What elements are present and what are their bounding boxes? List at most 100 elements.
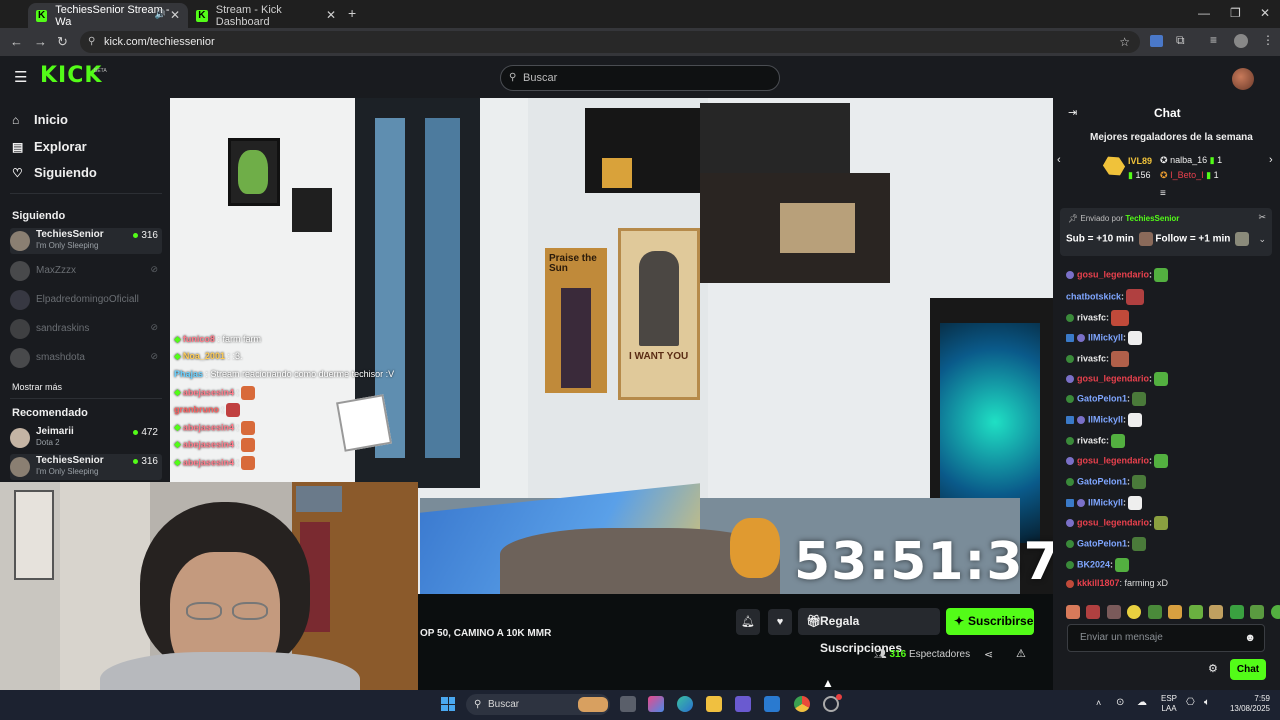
chat-message[interactable]: IlMickyll: <box>1066 413 1143 427</box>
chat-message[interactable]: gosu_legendario: <box>1066 454 1169 468</box>
emote-icon[interactable] <box>1270 604 1280 619</box>
emote-icon[interactable] <box>1168 604 1183 619</box>
task-view-icon[interactable] <box>620 696 636 712</box>
emote-icon[interactable] <box>1106 604 1121 619</box>
chat-username[interactable]: rivasfc <box>1077 353 1106 363</box>
unpin-icon[interactable]: ✂ <box>1258 212 1266 223</box>
emote-icon[interactable] <box>1250 604 1265 619</box>
kick-logo[interactable]: KICK <box>40 63 102 88</box>
chat-username[interactable]: chatbotskick <box>1066 291 1121 301</box>
chat-username[interactable]: IlMickyll <box>1088 497 1123 507</box>
chat-message[interactable]: gosu_legendario: <box>1066 516 1169 530</box>
show-more-link[interactable]: Mostrar más <box>12 382 62 392</box>
media-control-icon[interactable]: ≡ <box>1210 33 1217 47</box>
site-info-icon[interactable]: ⚲ <box>88 31 95 53</box>
chevron-left-icon[interactable]: ‹ <box>1057 154 1061 166</box>
following-channel[interactable]: sandraskins ⊘ <box>10 316 162 342</box>
emote-icon[interactable] <box>1188 604 1203 619</box>
tray-app-icon[interactable]: ⊙ <box>1116 697 1124 708</box>
profile-icon[interactable] <box>1234 34 1248 48</box>
tray-chevron-up-icon[interactable]: ˄ <box>1096 698 1101 708</box>
gift-subs-button[interactable]: 🎁︎ Regala Suscripciones <box>798 608 940 655</box>
chat-username[interactable]: BK2024 <box>1077 559 1110 569</box>
chat-message[interactable]: gosu_legendario: <box>1066 372 1169 386</box>
sidebar-item-inicio[interactable]: ⌂ Inicio <box>12 112 68 127</box>
recommended-channel[interactable]: Jeimarii Dota 2 472 <box>10 425 162 451</box>
following-channel[interactable]: smashdota ⊘ <box>10 345 162 371</box>
chat-username[interactable]: gosu_legendario <box>1077 517 1149 527</box>
chat-message[interactable]: GatoPelon1: <box>1066 537 1147 551</box>
sidebar-item-siguiendo[interactable]: ♡ Siguiendo <box>12 165 97 180</box>
emote-icon[interactable] <box>1066 604 1080 619</box>
search-input[interactable]: ⚲ Buscar <box>500 65 780 91</box>
emote-icon[interactable] <box>1209 604 1224 619</box>
chrome-icon[interactable] <box>794 696 810 712</box>
emote-icon[interactable] <box>1229 604 1244 619</box>
copilot-icon[interactable] <box>648 696 664 712</box>
chat-message[interactable]: GatoPelon1: <box>1066 475 1147 489</box>
chat-message[interactable]: rivasfc: <box>1066 310 1130 326</box>
user-avatar[interactable] <box>1232 68 1254 90</box>
file-explorer-icon[interactable] <box>706 696 722 712</box>
emote-icon[interactable] <box>1147 604 1162 619</box>
window-close-icon[interactable]: ✕ <box>1260 6 1270 20</box>
chat-message[interactable]: GatoPelon1: <box>1066 392 1147 406</box>
share-icon[interactable]: ⋖ <box>984 648 993 661</box>
emote-icon[interactable] <box>1127 604 1142 619</box>
onedrive-icon[interactable]: ☁ <box>1137 697 1147 708</box>
chat-message[interactable]: rivasfc: <box>1066 434 1126 448</box>
chat-username[interactable]: rivasfc <box>1077 435 1106 445</box>
language-indicator[interactable]: ESP LAA <box>1160 694 1178 714</box>
subscribe-button[interactable]: ✦ Suscribirse <box>946 608 1034 635</box>
address-input[interactable]: ⚲ kick.com/techiessenior ☆ <box>80 31 1140 53</box>
teams-icon[interactable] <box>735 696 751 712</box>
edge-icon[interactable] <box>677 696 693 712</box>
chat-message[interactable]: gosu_legendario: <box>1066 268 1169 282</box>
chevron-down-icon[interactable]: ⌄ <box>1258 234 1266 245</box>
volume-icon[interactable]: 🔈︎ <box>1204 697 1210 708</box>
notifications-button[interactable]: 🔔︎ <box>736 609 760 635</box>
speaker-icon[interactable]: 🔊 <box>155 9 166 20</box>
recommended-channel[interactable]: TechiesSenior I'm Only Sleeping 316 <box>10 454 162 480</box>
chat-username[interactable]: kkkill1807 <box>1077 578 1120 588</box>
taskbar-search[interactable]: ⚲ Buscar <box>466 694 610 715</box>
bookmark-star-icon[interactable]: ☆ <box>1119 31 1130 53</box>
translate-icon[interactable] <box>1150 35 1163 47</box>
chat-username[interactable]: GatoPelon1 <box>1077 476 1127 486</box>
pinned-message[interactable]: 📌︎ Enviado por TechiesSenior Sub = +10 m… <box>1060 208 1272 256</box>
chat-username[interactable]: GatoPelon1 <box>1077 393 1127 403</box>
chat-message-input[interactable]: Enviar un mensaje ☻ <box>1067 624 1265 652</box>
chevron-right-icon[interactable]: › <box>1269 154 1273 166</box>
forward-icon[interactable]: → <box>34 34 47 49</box>
hamburger-menu-icon[interactable]: ☰ <box>14 68 27 86</box>
back-icon[interactable]: ← <box>10 34 23 49</box>
restore-icon[interactable]: ❐ <box>1230 6 1241 20</box>
minimize-icon[interactable]: — <box>1198 6 1210 20</box>
mail-icon[interactable] <box>764 696 780 712</box>
emoji-picker-icon[interactable]: ☻ <box>1244 625 1256 651</box>
chat-message[interactable]: IlMickyll: <box>1066 496 1143 510</box>
extensions-icon[interactable]: ⧉ <box>1176 33 1185 48</box>
tab-techiessenior[interactable]: K TechiesSenior Stream - Wa 🔊 ✕ <box>28 3 188 28</box>
chat-settings-gear-icon[interactable]: ⚙ <box>1208 662 1218 675</box>
chat-message[interactable]: IlMickyll: <box>1066 331 1143 345</box>
close-tab-icon[interactable]: ✕ <box>326 8 336 22</box>
tab-kick-dashboard[interactable]: K Stream - Kick Dashboard ✕ <box>188 3 344 28</box>
reload-icon[interactable]: ↻ <box>57 34 68 50</box>
top-gifter-row[interactable]: ✪ I_Beto_I ▮ 1 <box>1160 170 1219 181</box>
sidebar-item-explorar[interactable]: ▤ Explorar <box>12 139 87 154</box>
chat-username[interactable]: GatoPelon1 <box>1077 538 1127 548</box>
chat-username[interactable]: IlMickyll <box>1088 414 1123 424</box>
expand-handle-icon[interactable]: ≡ <box>1160 188 1166 199</box>
close-tab-icon[interactable]: ✕ <box>170 8 180 22</box>
send-chat-button[interactable]: Chat <box>1230 659 1266 680</box>
chat-username[interactable]: gosu_legendario <box>1077 455 1149 465</box>
following-channel[interactable]: ElpadredomingoOficiall <box>10 287 162 313</box>
new-tab-icon[interactable]: + <box>348 5 356 21</box>
chat-message[interactable]: chatbotskick: <box>1066 289 1145 305</box>
following-channel[interactable]: TechiesSenior I'm Only Sleeping 316 <box>10 228 162 254</box>
top-gifter-row[interactable]: ✪ nalba_16 ▮ 1 <box>1160 155 1222 166</box>
chat-message[interactable]: kkkill1807: farming xD <box>1066 578 1168 588</box>
taskbar-clock[interactable]: 7:59 13/08/2025 <box>1226 694 1270 714</box>
collapse-chat-icon[interactable]: ⇥ <box>1068 106 1077 119</box>
